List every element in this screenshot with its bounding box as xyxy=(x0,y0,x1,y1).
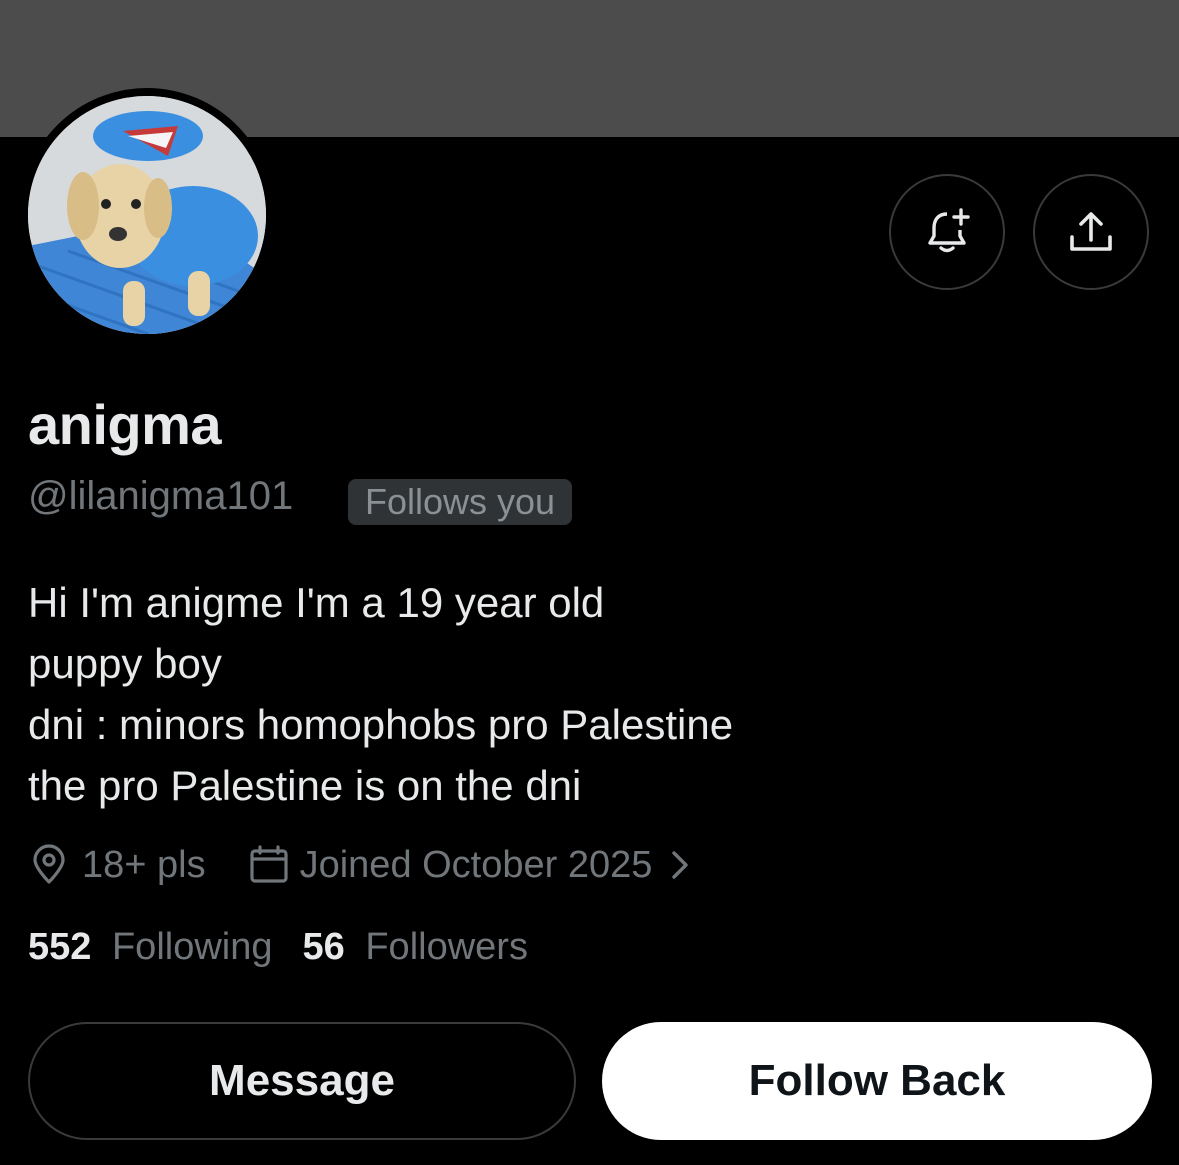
bio-line: puppy boy xyxy=(28,640,222,687)
share-icon xyxy=(1070,212,1112,251)
avatar-puppy-image xyxy=(28,96,266,334)
follows-you-badge: Follows you xyxy=(348,479,573,525)
notify-bell-button[interactable] xyxy=(889,174,1005,290)
follow-back-button[interactable]: Follow Back xyxy=(602,1022,1152,1140)
followers-link[interactable]: 56 Followers xyxy=(303,926,528,969)
chevron-right-icon xyxy=(672,851,689,879)
calendar-icon xyxy=(249,845,288,883)
bell-plus-icon xyxy=(928,208,970,253)
location-pin-icon xyxy=(33,844,65,884)
user-handle: @lilanigma101 xyxy=(28,474,294,518)
display-name: anigma xyxy=(28,393,222,456)
profile-meta: 18+ pls Joined October 2025 xyxy=(28,840,692,890)
joined-text: Joined October 2025 xyxy=(299,843,653,886)
bio-line: dni : minors homophobs pro Palestine xyxy=(28,701,734,748)
followers-label: Followers xyxy=(365,926,528,968)
joined-item[interactable]: Joined October 2025 xyxy=(248,844,693,887)
followers-count: 56 xyxy=(302,926,345,968)
follow-stats: 552 Following 56 Followers xyxy=(28,926,528,969)
location-text: 18+ pls xyxy=(82,843,206,886)
bio-line: Hi I'm anigme I'm a 19 year old xyxy=(28,579,605,626)
following-count: 552 xyxy=(28,926,92,968)
bio-line: the pro Palestine is on the dni xyxy=(28,762,582,809)
following-link[interactable]: 552 Following xyxy=(28,926,273,969)
location-item: 18+ pls xyxy=(28,844,206,887)
following-label: Following xyxy=(111,926,273,968)
message-button[interactable]: Message xyxy=(28,1022,576,1140)
bio: Hi I'm anigme I'm a 19 year old puppy bo… xyxy=(28,572,733,816)
share-button[interactable] xyxy=(1033,174,1149,290)
avatar[interactable] xyxy=(28,96,266,334)
